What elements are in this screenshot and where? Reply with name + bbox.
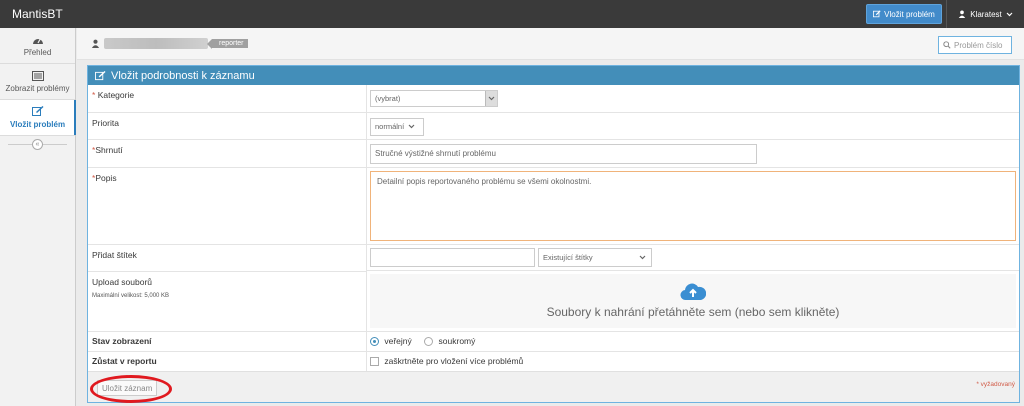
field-value: normální (366, 112, 1019, 140)
summary-input[interactable]: Stručné výstižné shrnutí problému (370, 143, 757, 164)
breadcrumb-user: reporter (91, 38, 248, 49)
form-row-summary: *Shrnutí Stručné výstižné shrnutí problé… (88, 139, 1019, 168)
sidebar-item-overview[interactable]: Přehled (0, 28, 75, 64)
chevron-down-icon (408, 124, 415, 129)
field-label: Priorita (88, 112, 367, 140)
brand-logo[interactable]: MantisBT (12, 7, 63, 21)
edit-icon (95, 70, 106, 80)
existing-tags-value: Existující štítky (543, 252, 593, 262)
visibility-label: Stav zobrazení (92, 336, 152, 346)
description-label: Popis (95, 172, 117, 183)
priority-label: Priorita (92, 117, 119, 128)
sidebar-item-label: Zobrazit problémy (5, 83, 70, 93)
field-label: Přidat štítek (88, 244, 367, 272)
list-icon (31, 70, 44, 81)
form-row-upload: Upload souborů Maximální velikost: 5,000… (88, 271, 1019, 332)
chevron-down-icon (1006, 12, 1013, 16)
stay-checkbox[interactable] (370, 357, 379, 367)
form-row-visibility: Stav zobrazení veřejný soukromý (88, 331, 1019, 352)
sidebar-item-label: Přehled (23, 47, 52, 57)
file-dropzone[interactable]: Soubory k nahrání přetáhněte sem (nebo s… (370, 274, 1016, 328)
field-label: Zůstat v reportu (88, 351, 367, 372)
redacted-username (104, 38, 208, 49)
form-row-description: *Popis Detailní popis reportovaného prob… (88, 167, 1019, 245)
edit-icon (31, 106, 44, 116)
field-value: Soubory k nahrání přetáhněte sem (nebo s… (366, 271, 1019, 332)
category-label: Kategorie (97, 90, 135, 100)
field-label: *Shrnutí (88, 139, 367, 168)
role-badge: reporter (207, 39, 248, 49)
private-radio[interactable] (424, 337, 434, 347)
field-label: * Kategorie (88, 85, 367, 113)
upload-size-note: Maximální velikost: 5,000 KB (92, 292, 170, 299)
summary-label: Shrnutí (95, 144, 123, 155)
highlight-annotation (90, 375, 172, 403)
sidebar-item-label: Vložit problém (9, 120, 66, 129)
report-form-panel: Vložit podrobnosti k záznamu * Kategorie… (87, 65, 1020, 403)
search-input[interactable]: Problém číslo (954, 41, 1002, 50)
report-form-table: * Kategorie (vybrat) Priorita normální *… (88, 85, 1019, 372)
priority-select[interactable]: normální (370, 117, 424, 136)
form-row-category: * Kategorie (vybrat) (88, 85, 1019, 113)
category-select-value: (vybrat) (375, 94, 401, 103)
tag-label: Přidat štítek (92, 249, 137, 260)
field-value: zaškrtněte pro vložení více problémů (366, 351, 1019, 372)
field-value: Detailní popis reportovaného problému se… (366, 167, 1019, 245)
summary-placeholder: Stručné výstižné shrnutí problému (375, 149, 496, 158)
private-radio-label[interactable]: soukromý (439, 336, 476, 346)
user-name: Klaratest (970, 9, 1002, 19)
form-row-priority: Priorita normální (88, 112, 1019, 140)
public-radio-label[interactable]: veřejný (384, 336, 411, 346)
field-value: Stručné výstižné shrnutí problému (366, 139, 1019, 168)
panel-header: Vložit podrobnosti k záznamu (88, 66, 1019, 85)
dropzone-text: Soubory k nahrání přetáhněte sem (nebo s… (546, 305, 840, 319)
priority-select-value: normální (375, 122, 405, 131)
double-chevron-left-icon[interactable]: « (32, 138, 43, 150)
edit-icon (873, 10, 881, 18)
sidebar-item-view-issues[interactable]: Zobrazit problémy (0, 64, 75, 100)
form-row-stay: Zůstat v reportu zaškrtněte pro vložení … (88, 351, 1019, 372)
tag-input[interactable] (370, 247, 535, 267)
cloud-upload-icon (680, 283, 706, 301)
user-icon (91, 39, 100, 48)
user-icon (959, 10, 966, 18)
required-note: * vyžadovaný (976, 381, 1015, 388)
report-issue-label: Vložit problém (884, 9, 935, 19)
panel-title: Vložit podrobnosti k záznamu (111, 69, 255, 82)
stay-checkbox-label[interactable]: zaškrtněte pro vložení více problémů (384, 356, 523, 366)
required-marker: * (92, 90, 96, 100)
public-radio[interactable] (370, 337, 379, 347)
dashboard-icon (32, 37, 43, 44)
top-navbar: MantisBT Vložit problém Klaratest (0, 0, 1024, 28)
description-placeholder: Detailní popis reportovaného problému se… (377, 176, 592, 186)
breadcrumb: reporter Problém číslo (77, 28, 1024, 60)
sidebar-collapse[interactable]: « (0, 136, 75, 152)
form-footer: Uložit záznam * vyžadovaný (88, 371, 1019, 403)
search-icon (943, 41, 951, 49)
category-select[interactable]: (vybrat) (370, 90, 498, 107)
upload-label: Upload souborů (92, 276, 153, 287)
field-value: (vybrat) (366, 85, 1019, 113)
stay-label: Zůstat v reportu (92, 356, 157, 366)
user-menu[interactable]: Klaratest (946, 0, 1024, 28)
form-row-tag: Přidat štítek Existující štítky (88, 244, 1019, 272)
description-textarea[interactable]: Detailní popis reportovaného problému se… (370, 170, 1016, 241)
chevron-down-icon (639, 255, 646, 259)
issue-number-search[interactable]: Problém číslo (938, 36, 1012, 54)
sidebar-item-report-issue[interactable]: Vložit problém (0, 100, 76, 136)
field-label: Upload souborů Maximální velikost: 5,000… (88, 271, 367, 332)
field-label: *Popis (88, 167, 367, 245)
existing-tags-select[interactable]: Existující štítky (538, 247, 652, 267)
report-issue-button[interactable]: Vložit problém (866, 4, 942, 24)
field-value: Existující štítky (367, 245, 1019, 271)
field-label: Stav zobrazení (88, 331, 367, 352)
sidebar: Přehled Zobrazit problémy Vložit problém… (0, 28, 76, 406)
chevron-down-icon (485, 91, 497, 106)
field-value: veřejný soukromý (366, 331, 1019, 352)
